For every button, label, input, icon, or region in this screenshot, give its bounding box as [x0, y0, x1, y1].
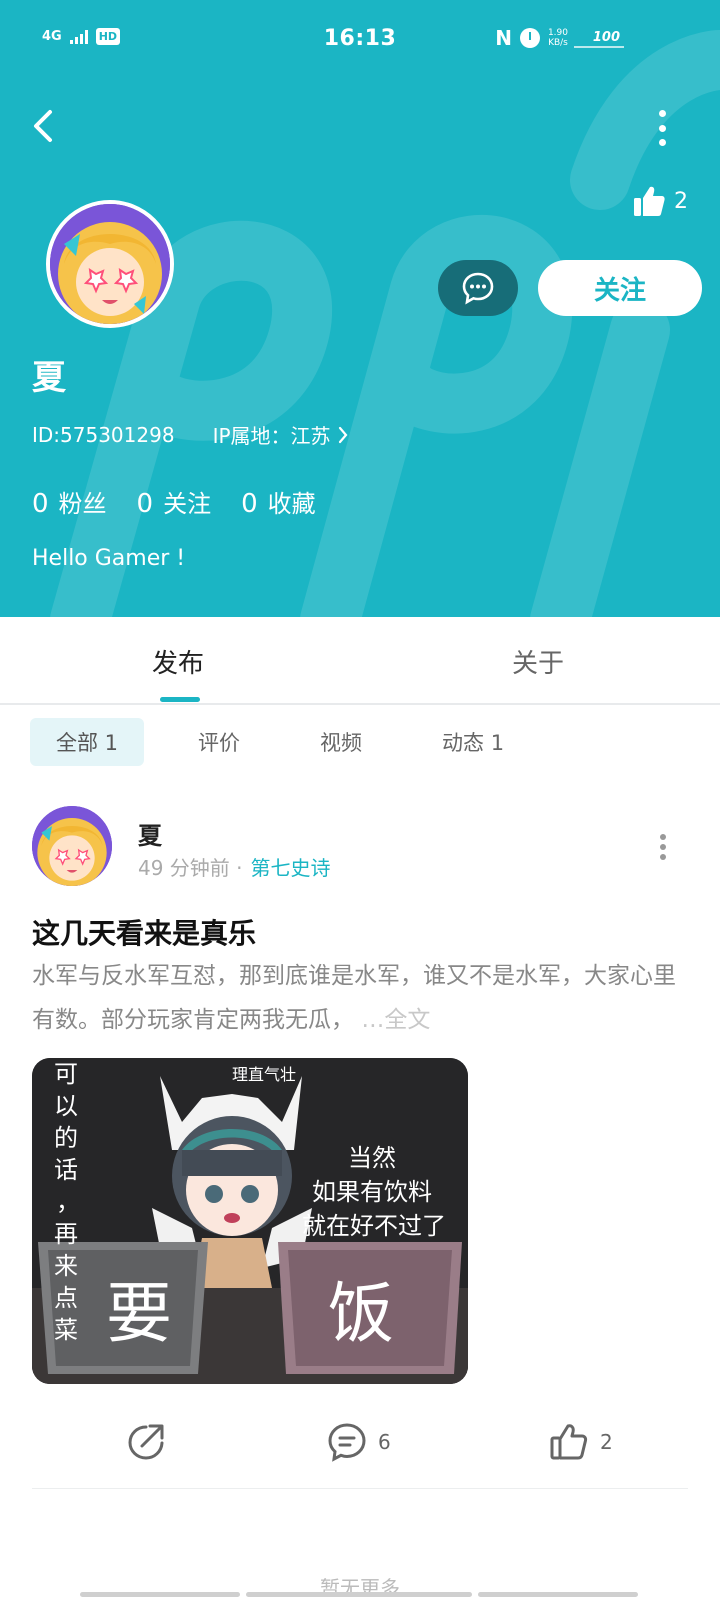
post-more-button[interactable] — [660, 834, 668, 860]
profile-likes[interactable]: 2 — [632, 184, 688, 218]
likes-count: 2 — [674, 188, 688, 214]
share-icon — [128, 1424, 164, 1460]
filter-reviews[interactable]: 评价 — [172, 718, 266, 766]
message-button[interactable] — [438, 260, 518, 316]
nav-gesture-bar-left — [80, 1592, 240, 1597]
stat-favorites[interactable]: 0 收藏 — [241, 484, 316, 519]
profile-username: 夏 — [32, 358, 66, 398]
profile-header: 4G HD 16:13 N 1.90 KB/s 100 2 关注 夏 ID:57… — [0, 0, 720, 617]
ip-location: IP属地：江苏 — [212, 424, 331, 448]
meme-image: 可 以 的 话 ， 再 来 点 菜 理直气壮 当然 如果有饮料 就在好不过了 要… — [32, 1058, 468, 1384]
read-more-link[interactable]: …全文 — [361, 1007, 430, 1033]
status-bar: 4G HD 16:13 N 1.90 KB/s 100 — [0, 0, 720, 80]
profile-stats: 0 粉丝 0 关注 0 收藏 — [32, 484, 316, 519]
nfc-icon: N — [495, 26, 512, 50]
share-button[interactable] — [126, 1412, 168, 1472]
profile-id-line: ID:575301298 IP属地：江苏 — [32, 420, 349, 449]
caption-top: 理直气壮 — [232, 1065, 296, 1084]
post-meta: 49 分钟前 · 第七史诗 — [138, 852, 331, 881]
caption-right-2: 如果有饮料 — [312, 1178, 432, 1206]
chevron-left-icon — [34, 110, 52, 142]
caption-vertical-2: 以 — [54, 1092, 78, 1120]
like-button[interactable]: 2 — [548, 1412, 613, 1472]
caption-vertical-7: 来 — [54, 1252, 78, 1280]
follow-button[interactable]: 关注 — [538, 260, 702, 316]
caption-vertical-9: 菜 — [54, 1316, 78, 1344]
caption-vertical-3: 的 — [54, 1124, 78, 1152]
caption-box-left: 要 — [106, 1275, 172, 1352]
post-author-name[interactable]: 夏 — [138, 816, 162, 851]
stat-fans[interactable]: 0 粉丝 — [32, 484, 107, 519]
ip-location-link[interactable]: IP属地：江苏 — [213, 420, 349, 449]
profile-tabs: 发布 关于 — [0, 617, 720, 705]
thumbs-up-icon — [634, 186, 665, 216]
post-title: 这几天看来是真乐 — [32, 917, 257, 950]
post-time: 49 分钟前 · — [138, 856, 243, 880]
back-button[interactable] — [26, 106, 62, 146]
post-divider — [32, 1488, 688, 1489]
caption-right-1: 当然 — [348, 1144, 396, 1172]
post-game-link[interactable]: 第七史诗 — [251, 852, 331, 881]
filter-moments[interactable]: 动态 1 — [416, 718, 530, 766]
nav-gesture-bar-right — [478, 1592, 638, 1597]
thumbs-up-outline-icon — [550, 1424, 588, 1460]
comment-count: 6 — [378, 1430, 391, 1454]
user-id: ID:575301298 — [32, 422, 175, 447]
avatar-image — [50, 204, 170, 324]
tab-posts[interactable]: 发布 — [152, 643, 204, 680]
post-filters: 全部 1 评价 视频 动态 1 — [30, 718, 558, 766]
caption-vertical-1: 可 — [54, 1060, 78, 1088]
comment-button[interactable]: 6 — [326, 1412, 391, 1472]
post-image[interactable]: 可 以 的 话 ， 再 来 点 菜 理直气壮 当然 如果有饮料 就在好不过了 要… — [32, 1058, 468, 1384]
nav-gesture-bar-center — [246, 1592, 472, 1597]
chat-bubble-icon — [462, 272, 494, 305]
post-body: 水军与反水军互怼，那到底谁是水军，谁又不是水军，大家心里有数。部分玩家肯定两我无… — [32, 963, 676, 1033]
profile-avatar[interactable] — [46, 200, 174, 328]
caption-right-3: 就在好不过了 — [302, 1212, 446, 1240]
comment-icon — [328, 1423, 366, 1462]
stat-following[interactable]: 0 关注 — [137, 484, 212, 519]
caption-vertical-4: 话 — [54, 1156, 78, 1184]
active-tab-indicator — [160, 697, 200, 702]
like-count: 2 — [600, 1430, 613, 1454]
filter-all[interactable]: 全部 1 — [30, 718, 145, 766]
caption-box-right: 饭 — [328, 1275, 394, 1352]
battery-indicator: 100 — [574, 30, 624, 48]
post-author-avatar[interactable] — [32, 806, 112, 886]
post-actions: 6 2 — [0, 1412, 720, 1472]
caption-vertical-8: 点 — [54, 1284, 78, 1312]
network-speed: 1.90 KB/s — [547, 28, 568, 48]
alarm-icon — [519, 28, 540, 48]
filter-videos[interactable]: 视频 — [294, 718, 388, 766]
chevron-right-icon — [338, 426, 347, 443]
avatar-image — [32, 806, 112, 886]
caption-vertical-6: 再 — [54, 1220, 78, 1248]
tab-about[interactable]: 关于 — [512, 643, 564, 680]
profile-bio: Hello Gamer ! — [32, 546, 186, 571]
more-options-button[interactable] — [654, 110, 670, 146]
caption-vertical-5: ， — [56, 1188, 80, 1216]
